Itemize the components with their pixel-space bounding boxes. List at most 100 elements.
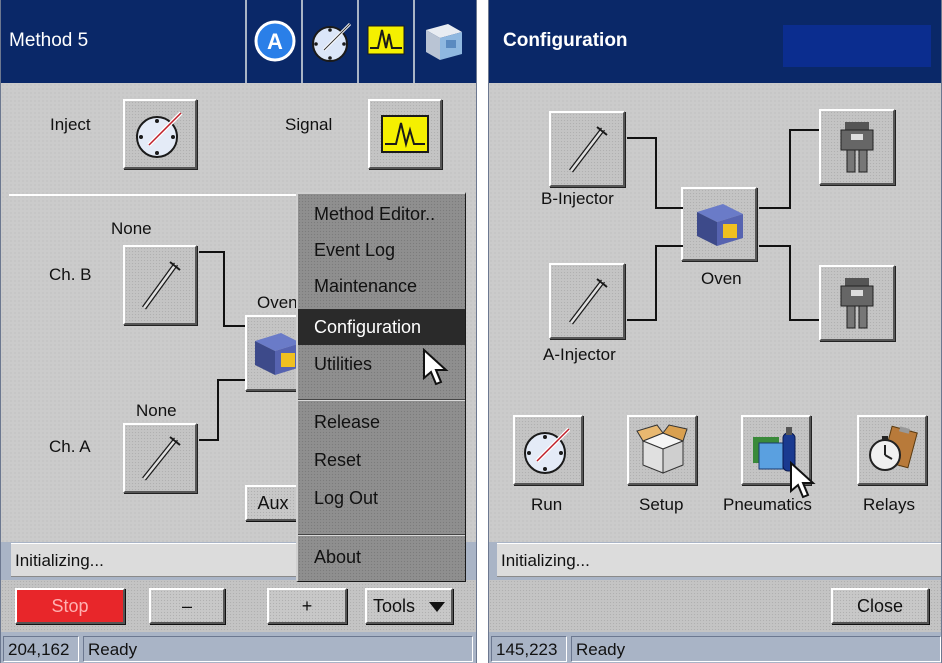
status-text: Initializing... [15, 551, 104, 570]
a-injector-label: A-Injector [543, 345, 616, 364]
menu-item-reset[interactable]: Reset [298, 442, 465, 478]
status-field: Initializing... [11, 543, 297, 577]
box-icon [636, 424, 688, 474]
ch-a-value: None [136, 401, 177, 420]
detector-top-button[interactable] [819, 109, 895, 185]
aux-button-label: Aux [257, 493, 289, 513]
window-title: Method 5 [9, 30, 89, 51]
stop-button[interactable]: Stop [15, 588, 125, 624]
detector-bottom-button[interactable] [819, 265, 895, 341]
ready-text: Ready [88, 640, 138, 659]
syringe-icon [142, 436, 181, 481]
stopwatch-clipboard-icon [869, 425, 918, 471]
ch-b-value: None [111, 219, 152, 238]
menu-item-release[interactable]: Release [298, 404, 465, 440]
tools-menu: Method Editor.. Event Log Maintenance Co… [296, 192, 466, 582]
tab-inject[interactable] [301, 0, 357, 83]
detector-icon [840, 278, 874, 329]
tab-a[interactable]: A [245, 0, 301, 83]
a-circle-icon: A [254, 20, 296, 62]
tab-instrument[interactable] [413, 0, 469, 83]
title-bar: Configuration [489, 0, 941, 83]
ch-a-label: Ch. A [49, 437, 91, 456]
relays-button[interactable] [857, 415, 927, 485]
caret-down-icon [429, 602, 445, 612]
connector [759, 245, 791, 247]
menu-item-log-out[interactable]: Log Out [298, 480, 465, 516]
setup-label: Setup [639, 495, 684, 514]
stop-button-label: Stop [51, 596, 89, 616]
connector [655, 137, 657, 209]
plus-button-label: + [301, 596, 313, 616]
injector-dial-icon [136, 111, 183, 158]
bottom-toolbar: Close [489, 580, 941, 632]
connector [199, 251, 225, 253]
menu-item-event-log[interactable]: Event Log [298, 232, 465, 268]
b-injector-label: B-Injector [541, 189, 614, 208]
menu-separator [298, 399, 465, 401]
oven-label: Oven [257, 293, 298, 312]
status-bar: 145,223 Ready [489, 632, 941, 663]
connector [627, 137, 657, 139]
method-screen: Method 5 A Inject Signal None Ch. B None… [0, 0, 477, 663]
connector [217, 379, 245, 381]
connector [199, 439, 219, 441]
plus-button[interactable]: + [267, 588, 347, 624]
oven-button[interactable] [681, 187, 757, 261]
syringe-icon [569, 126, 608, 173]
coords-readout: 145,223 [491, 636, 567, 662]
bottom-toolbar: Stop – + Tools [1, 580, 476, 632]
aux-button[interactable]: Aux [245, 485, 301, 521]
b-injector-button[interactable] [549, 111, 625, 187]
ready-panel: Ready [571, 636, 941, 662]
inject-label: Inject [50, 115, 91, 134]
coords-readout: 204,162 [3, 636, 79, 662]
connector [627, 319, 657, 321]
ch-a-injector-button[interactable] [123, 423, 197, 493]
detector-icon [840, 122, 874, 173]
menu-item-about[interactable]: About [298, 539, 465, 575]
menu-item-configuration[interactable]: Configuration [298, 309, 465, 345]
connector [789, 245, 791, 321]
connector [217, 379, 219, 441]
coords-text: 145,223 [496, 640, 558, 659]
setup-button[interactable] [627, 415, 697, 485]
close-button-label: Close [856, 596, 904, 616]
menu-item-method-editor[interactable]: Method Editor.. [298, 196, 465, 232]
menu-separator [298, 534, 465, 536]
connector [759, 207, 791, 209]
tab-signal[interactable] [357, 0, 413, 83]
relays-label: Relays [863, 495, 915, 514]
syringe-icon [569, 278, 608, 325]
injector-dial-icon [312, 22, 352, 62]
status-field: Initializing... [497, 543, 941, 577]
svg-text:A: A [267, 29, 283, 54]
run-button[interactable] [513, 415, 583, 485]
divider [9, 194, 305, 196]
connector [655, 245, 657, 321]
a-injector-button[interactable] [549, 263, 625, 339]
signal-peak-icon [381, 115, 429, 153]
signal-button[interactable] [368, 99, 442, 169]
ch-b-injector-button[interactable] [123, 245, 197, 325]
ready-text: Ready [576, 640, 626, 659]
run-label: Run [531, 495, 563, 514]
ch-b-label: Ch. B [49, 265, 92, 284]
connector [655, 245, 683, 247]
signal-peak-icon [367, 25, 405, 55]
close-button[interactable]: Close [831, 588, 929, 624]
menu-item-maintenance[interactable]: Maintenance [298, 268, 465, 304]
oven-label: Oven [701, 269, 742, 288]
title-bar: Method 5 A [1, 0, 476, 83]
connector [655, 207, 683, 209]
minus-button[interactable]: – [149, 588, 225, 624]
connector [789, 129, 819, 131]
syringe-icon [141, 261, 181, 310]
tools-button[interactable]: Tools [365, 588, 453, 624]
title-box [783, 25, 931, 67]
tools-button-label: Tools [373, 596, 416, 616]
connector [223, 325, 245, 327]
ready-panel: Ready [83, 636, 473, 662]
mouse-cursor-icon [790, 461, 816, 499]
inject-button[interactable] [123, 99, 197, 169]
